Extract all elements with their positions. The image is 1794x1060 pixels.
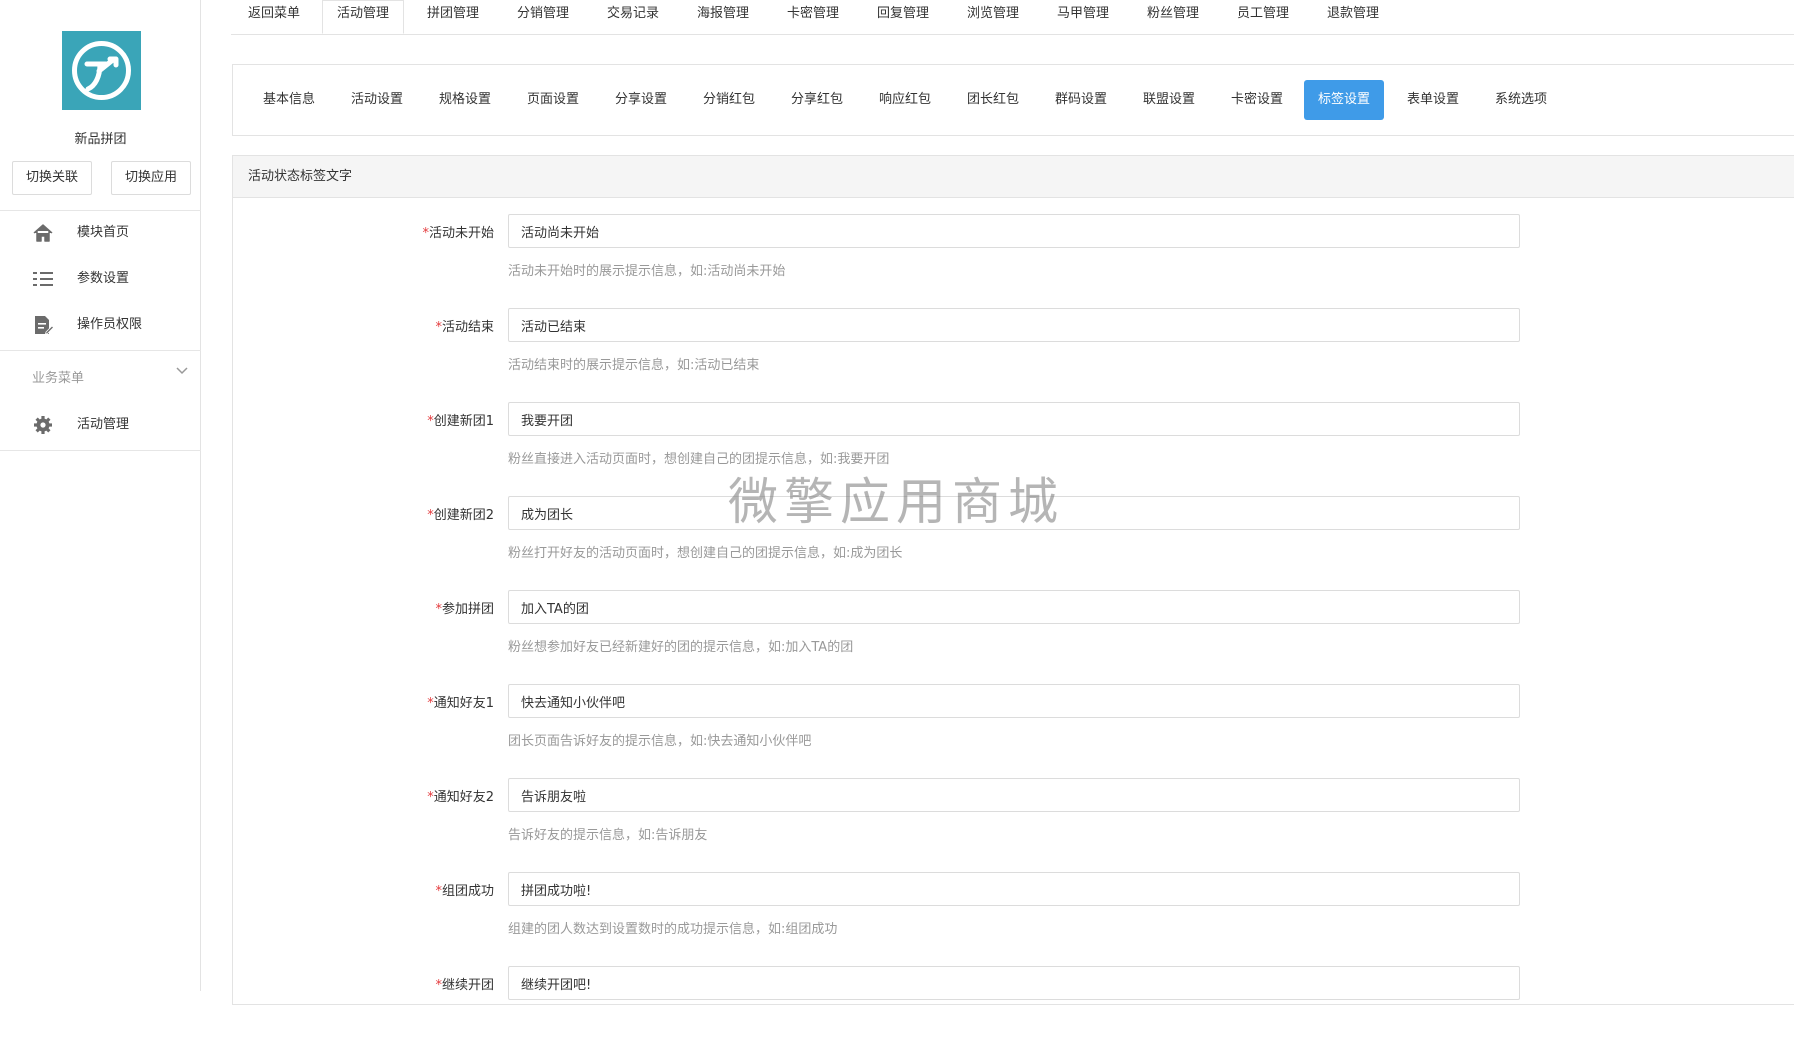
field-help: 团长页面告诉好友的提示信息，如:快去通知小伙伴吧 (508, 734, 812, 749)
form-row-activity-ended: *活动结束 活动结束时的展示提示信息，如:活动已结束 (233, 308, 1794, 402)
field-help: 组建的团人数达到设置数时的成功提示信息，如:组团成功 (508, 922, 838, 937)
tab-vest-management[interactable]: 马甲管理 (1057, 0, 1109, 34)
sidebar-divider (0, 450, 201, 451)
continue-group-input[interactable] (508, 966, 1520, 1000)
form-row-continue-group: *继续开团 (233, 966, 1794, 1060)
subtab-share-redpacket[interactable]: 分享红包 (791, 80, 843, 120)
tab-staff-management[interactable]: 员工管理 (1237, 0, 1289, 34)
home-icon (33, 224, 53, 242)
form-row-join-group: *参加拼团 粉丝想参加好友已经新建好的团的提示信息，如:加入TA的团 (233, 590, 1794, 684)
subtab-share-settings[interactable]: 分享设置 (615, 80, 667, 120)
sidebar-item-label: 活动管理 (77, 417, 130, 432)
subtab-system-options[interactable]: 系统选项 (1495, 80, 1547, 120)
section-title: 业务菜单 (32, 371, 85, 386)
form-row-notify-friend-2: *通知好友2 告诉好友的提示信息，如:告诉朋友 (233, 778, 1794, 872)
document-edit-icon (35, 316, 54, 335)
app-logo (62, 31, 141, 110)
form-row-activity-not-started: *活动未开始 活动未开始时的展示提示信息，如:活动尚未开始 (233, 214, 1794, 308)
list-icon (33, 272, 53, 286)
group-success-input[interactable] (508, 872, 1520, 906)
subtab-alliance-settings[interactable]: 联盟设置 (1143, 80, 1195, 120)
field-help: 活动未开始时的展示提示信息，如:活动尚未开始 (508, 264, 786, 279)
field-label: *活动结束 (435, 316, 494, 335)
field-help: 告诉好友的提示信息，如:告诉朋友 (508, 828, 708, 843)
panel-title: 活动状态标签文字 (233, 156, 1794, 198)
field-label-text: 通知好友1 (433, 696, 494, 711)
subtab-distribution-redpacket[interactable]: 分销红包 (703, 80, 755, 120)
subtab-page-settings[interactable]: 页面设置 (527, 80, 579, 120)
gear-icon (34, 416, 52, 434)
field-label-text: 组团成功 (441, 884, 494, 899)
sidebar-item-label: 操作员权限 (77, 317, 143, 332)
sidebar-divider (0, 350, 201, 351)
field-label-text: 创建新团1 (433, 414, 494, 429)
tab-distribution-management[interactable]: 分销管理 (517, 0, 569, 34)
notify-friend-1-input[interactable] (508, 684, 1520, 718)
subtab-response-redpacket[interactable]: 响应红包 (879, 80, 931, 120)
field-help: 粉丝想参加好友已经新建好的团的提示信息，如:加入TA的团 (508, 640, 854, 655)
field-help: 活动结束时的展示提示信息，如:活动已结束 (508, 358, 760, 373)
chevron-down-icon[interactable] (175, 364, 189, 378)
subtab-group-code-settings[interactable]: 群码设置 (1055, 80, 1107, 120)
field-label-text: 参加拼团 (441, 602, 494, 617)
field-label: *参加拼团 (435, 598, 494, 617)
field-label: *创建新团1 (427, 410, 494, 429)
sidebar: 新品拼团 切换关联 切换应用 模块首页 参数设置 操作员权限 业务菜单 活动管理 (0, 0, 201, 991)
tab-back-menu[interactable]: 返回菜单 (248, 0, 300, 34)
subtab-spec-settings[interactable]: 规格设置 (439, 80, 491, 120)
tab-card-code-management[interactable]: 卡密管理 (787, 0, 839, 34)
join-group-input[interactable] (508, 590, 1520, 624)
create-group-1-input[interactable] (508, 402, 1520, 436)
sidebar-item-label: 模块首页 (77, 225, 130, 240)
switch-link-button[interactable]: 切换关联 (12, 161, 92, 195)
subtab-card-code-settings[interactable]: 卡密设置 (1231, 80, 1283, 120)
tab-poster-management[interactable]: 海报管理 (697, 0, 749, 34)
tab-browse-management[interactable]: 浏览管理 (967, 0, 1019, 34)
field-label-text: 活动未开始 (428, 226, 494, 241)
field-label-text: 活动结束 (441, 320, 494, 335)
form-row-group-success: *组团成功 组建的团人数达到设置数时的成功提示信息，如:组团成功 (233, 872, 1794, 966)
subtab-label-settings[interactable]: 标签设置 (1304, 80, 1385, 120)
tab-fans-management[interactable]: 粉丝管理 (1147, 0, 1199, 34)
field-label: *组团成功 (435, 880, 494, 899)
field-label: *继续开团 (435, 974, 494, 993)
field-label: *通知好友1 (427, 692, 494, 711)
field-help: 粉丝打开好友的活动页面时，想创建自己的团提示信息，如:成为团长 (508, 546, 903, 561)
top-tab-bar: 返回菜单 活动管理 拼团管理 分销管理 交易记录 海报管理 卡密管理 回复管理 … (231, 0, 1794, 35)
sidebar-item-module-home[interactable]: 模块首页 (0, 213, 200, 253)
sidebar-item-activity-management[interactable]: 活动管理 (0, 405, 200, 445)
switch-app-button[interactable]: 切换应用 (111, 161, 191, 195)
tab-group-management[interactable]: 拼团管理 (427, 0, 479, 34)
field-label: *活动未开始 (422, 222, 494, 241)
field-label-text: 创建新团2 (433, 508, 494, 523)
subtab-leader-redpacket[interactable]: 团长红包 (967, 80, 1019, 120)
field-label: *创建新团2 (427, 504, 494, 523)
tab-transaction-records[interactable]: 交易记录 (607, 0, 659, 34)
sidebar-item-param-settings[interactable]: 参数设置 (0, 259, 200, 299)
sub-tab-panel: 基本信息 活动设置 规格设置 页面设置 分享设置 分销红包 分享红包 响应红包 … (232, 64, 1794, 136)
sidebar-item-operator-permissions[interactable]: 操作员权限 (0, 305, 200, 345)
subtab-activity-settings[interactable]: 活动设置 (351, 80, 403, 120)
label-settings-panel: 活动状态标签文字 *活动未开始 活动未开始时的展示提示信息，如:活动尚未开始 *… (232, 155, 1794, 1005)
form-row-notify-friend-1: *通知好友1 团长页面告诉好友的提示信息，如:快去通知小伙伴吧 (233, 684, 1794, 778)
tab-reply-management[interactable]: 回复管理 (877, 0, 929, 34)
tab-activity-management[interactable]: 活动管理 (322, 0, 405, 34)
app-logo-icon (62, 31, 141, 110)
activity-not-started-input[interactable] (508, 214, 1520, 248)
tab-refund-management[interactable]: 退款管理 (1327, 0, 1379, 34)
subtab-basic-info[interactable]: 基本信息 (263, 80, 315, 120)
sidebar-item-label: 参数设置 (77, 271, 130, 286)
notify-friend-2-input[interactable] (508, 778, 1520, 812)
field-label-text: 通知好友2 (433, 790, 494, 805)
subtab-form-settings[interactable]: 表单设置 (1407, 80, 1459, 120)
app-name: 新品拼团 (74, 132, 127, 147)
activity-ended-input[interactable] (508, 308, 1520, 342)
field-label: *通知好友2 (427, 786, 494, 805)
sidebar-divider (0, 210, 201, 211)
watermark: 微擎应用商城 (728, 473, 1064, 531)
